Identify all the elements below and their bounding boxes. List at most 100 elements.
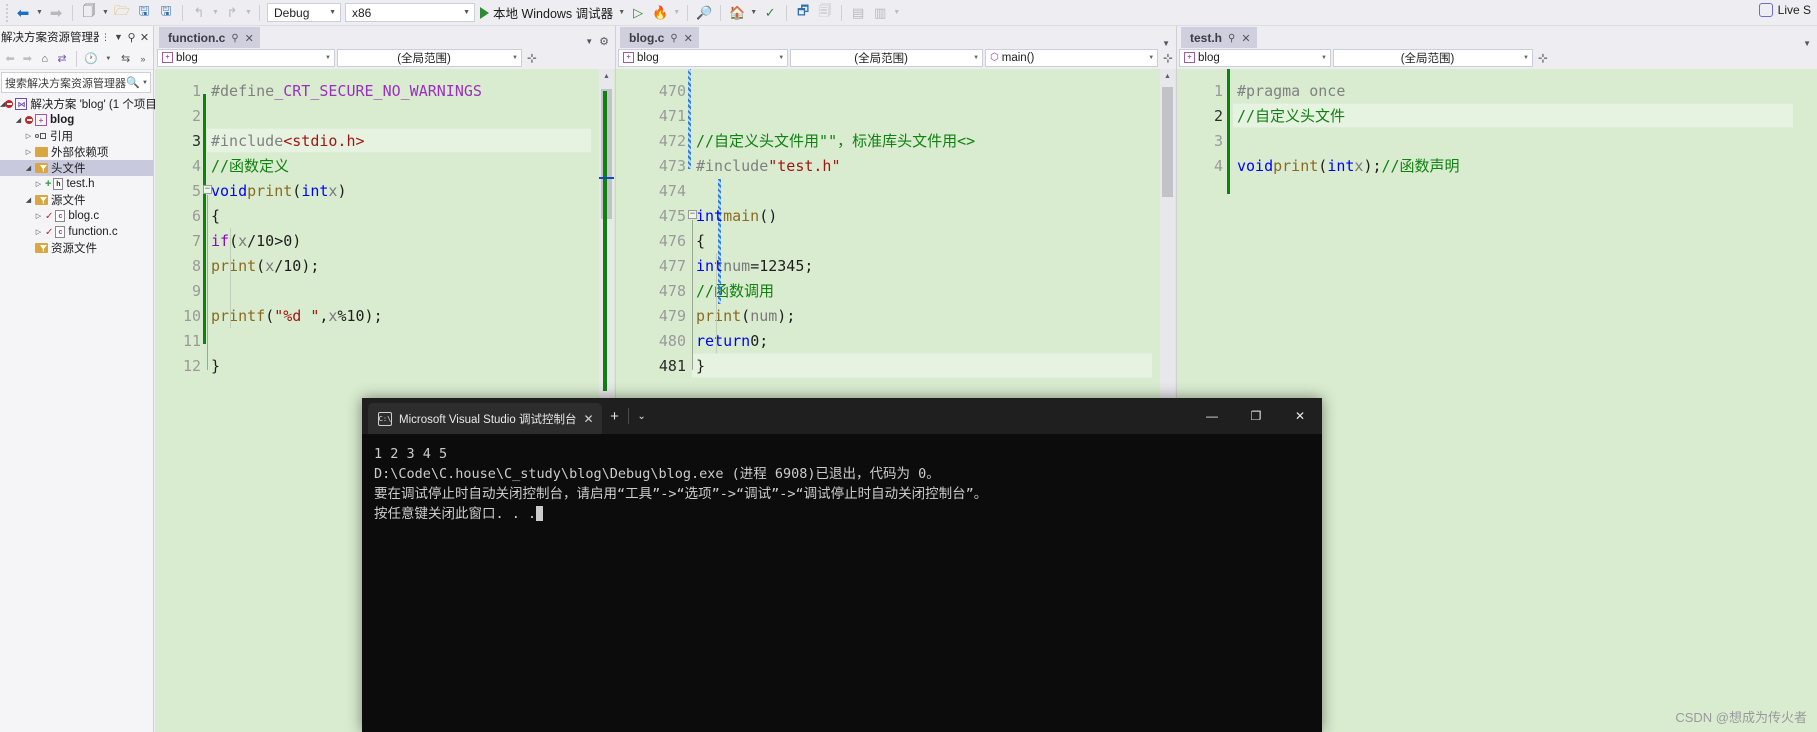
console-line: 按任意键关闭此窗口. . . [374,504,1310,524]
new-item-dropdown-icon[interactable]: ▼ [100,2,111,24]
split-view-icon[interactable]: ⊹ [1160,49,1176,67]
close-button[interactable]: ✕ [1278,398,1322,434]
search-input[interactable]: 搜索解决方案资源管理器(C 🔍 ▼ [1,72,151,93]
expander-collapsed-icon[interactable]: ▷ [22,132,35,140]
expander-collapsed-icon[interactable]: ▷ [32,228,45,236]
scroll-up-icon[interactable]: ▲ [1160,69,1175,84]
toolbar-overflow-icon[interactable]: » [135,49,151,68]
tab-function-c[interactable]: function.c ⚲ ✕ [159,27,260,48]
spellcheck-icon[interactable]: ✓ [759,2,781,24]
expander-collapsed-icon[interactable]: ▷ [32,212,45,220]
split-view-icon[interactable]: ⊹ [1535,49,1551,67]
expander-expanded-icon[interactable]: ◢ [12,116,25,124]
split-view-icon[interactable]: ⊹ [524,49,540,67]
tab-list-dropdown-icon[interactable]: ▼ [1162,39,1170,48]
tree-item-node[interactable]: ▷ 引用 [0,128,153,144]
pin-icon[interactable]: ⚲ [1228,33,1235,44]
expander-collapsed-icon[interactable]: ▷ [22,148,35,156]
save-icon[interactable]: 🖫 [133,2,155,24]
solution-platform-dropdown[interactable]: x86 ▼ [345,3,475,22]
tree-item-function.c[interactable]: ▷ ✓ c function.c [0,224,153,240]
sync-with-active-document-icon[interactable]: ⇄ [54,49,70,68]
gear-icon[interactable]: ⚙ [599,35,609,48]
scope-dropdown[interactable]: (全局范围) ▼ [1333,48,1533,67]
tab-list-dropdown-icon[interactable]: ▼ [585,37,593,46]
project-dropdown[interactable]: + blog ▼ [157,48,335,67]
chevron-down-icon[interactable]: ▼ [112,29,125,45]
scrollbar-thumb[interactable] [1162,87,1173,197]
tree-item-test.h[interactable]: ▷ + h test.h [0,176,153,192]
save-all-icon[interactable]: 🖫 [155,2,177,24]
c-file-icon: c [55,210,66,222]
tree-item-node[interactable]: ▷ 外部依赖项 [0,144,153,160]
chevron-down-icon: ▼ [1321,54,1327,61]
scope-dropdown[interactable]: (全局范围) ▼ [337,48,522,67]
maximize-button[interactable]: ❐ [1234,398,1278,434]
pending-changes-icon[interactable]: 🕐 [83,49,99,68]
expander-expanded-icon[interactable]: ◢ [22,164,35,172]
solution-configuration-dropdown[interactable]: Debug ▼ [267,3,341,22]
navigate-back-dropdown-icon[interactable]: ▼ [34,2,45,24]
member-dropdown[interactable]: ⬡ main() ▼ [985,48,1159,67]
tree-item-blog1[interactable]: ◢ ⋈ 解决方案 'blog' (1 个项目, [0,96,160,112]
editor-navigation-bar: + blog ▼ (全局范围) ▼ ⊹ [1177,48,1817,68]
attach-icon[interactable]: 🗗 [792,2,814,24]
close-icon[interactable]: ✕ [684,32,693,45]
console-tab[interactable]: C:\ Microsoft Visual Studio 调试控制台 ✕ [368,403,602,434]
home-icon[interactable]: ⌂ [37,49,53,68]
start-debugging-dropdown-icon[interactable]: ▼ [616,2,627,24]
close-icon[interactable]: ✕ [138,29,151,45]
tab-list-dropdown-icon[interactable]: ▼ [1803,39,1811,48]
solution-explorer-header: 解决方案资源管理器 ⋮ ▼ ⚲ ✕ [0,26,153,48]
tree-item-node[interactable]: ◢ 源文件 [0,192,153,208]
pin-icon[interactable]: ⚲ [125,29,138,45]
toolbar-grip[interactable] [4,3,12,22]
project-dropdown[interactable]: + blog ▼ [618,48,789,67]
close-icon[interactable]: ✕ [1241,32,1250,45]
tab-test-h[interactable]: test.h ⚲ ✕ [1181,27,1257,48]
collapse-region-icon[interactable]: − [688,210,697,219]
open-file-icon[interactable]: 🗁 [111,2,133,24]
start-without-debugging-icon[interactable]: ▷ [627,2,649,24]
tree-item-node[interactable]: ◢ 头文件 [0,160,153,176]
tab-label: blog.c [629,31,665,45]
expander-expanded-icon[interactable]: ◢ [22,196,35,204]
tab-blog-c[interactable]: blog.c ⚲ ✕ [620,27,699,48]
project-dropdown[interactable]: + blog ▼ [1179,48,1331,67]
live-share-button[interactable]: Live S [1758,3,1811,17]
console-output[interactable]: 1 2 3 4 5 D:\Code\C.house\C_study\blog\De… [362,434,1322,732]
chevron-down-icon: ▼ [325,54,331,61]
chevron-down-icon[interactable]: ▼ [142,80,148,86]
close-icon[interactable]: ✕ [583,412,593,426]
toolwindow-overflow-icon[interactable]: ⋮ [99,29,112,45]
home-icon[interactable]: 🏠 [726,2,748,24]
collapse-all-icon[interactable]: ⇆ [117,49,133,68]
tree-item-label: test.h [66,178,95,190]
code-line: #include "test.h" [696,156,841,175]
chevron-down-icon[interactable]: ⌄ [629,398,655,434]
new-tab-button[interactable]: + [602,398,628,434]
scope-dropdown[interactable]: (全局范围) ▼ [790,48,984,67]
home-dropdown-icon[interactable]: ▼ [748,2,759,24]
scroll-up-icon[interactable]: ▲ [599,69,614,84]
solution-explorer-title: 解决方案资源管理器 [1,32,99,44]
tree-item-blog[interactable]: ◢ + blog [0,112,153,128]
close-icon[interactable]: ✕ [245,32,254,45]
tree-item-node[interactable]: 资源文件 [0,240,153,256]
expander-collapsed-icon[interactable]: ▷ [32,180,45,188]
console-titlebar[interactable]: C:\ Microsoft Visual Studio 调试控制台 ✕ + ⌄ … [362,398,1322,434]
start-debugging-button[interactable]: 本地 Windows 调试器 [477,2,616,24]
minimize-button[interactable]: — [1190,398,1234,434]
new-item-icon[interactable]: 🗍 [78,2,100,24]
toolbar-separator [72,4,73,21]
navigate-back-icon[interactable]: ⬅ [12,2,34,24]
line-number: 2 [1213,107,1223,125]
toolbar-overflow-icon[interactable]: ▼ [891,2,902,24]
pin-icon[interactable]: ⚲ [231,33,238,44]
collapse-region-icon[interactable]: − [203,185,212,194]
pin-icon[interactable]: ⚲ [670,33,677,44]
pending-changes-dropdown-icon[interactable]: ▼ [100,49,116,68]
tree-item-blog.c[interactable]: ▷ ✓ c blog.c [0,208,153,224]
editor-tab-strip: test.h ⚲ ✕ ▼ [1177,26,1817,48]
find-icon[interactable]: 🔎 [693,2,715,24]
